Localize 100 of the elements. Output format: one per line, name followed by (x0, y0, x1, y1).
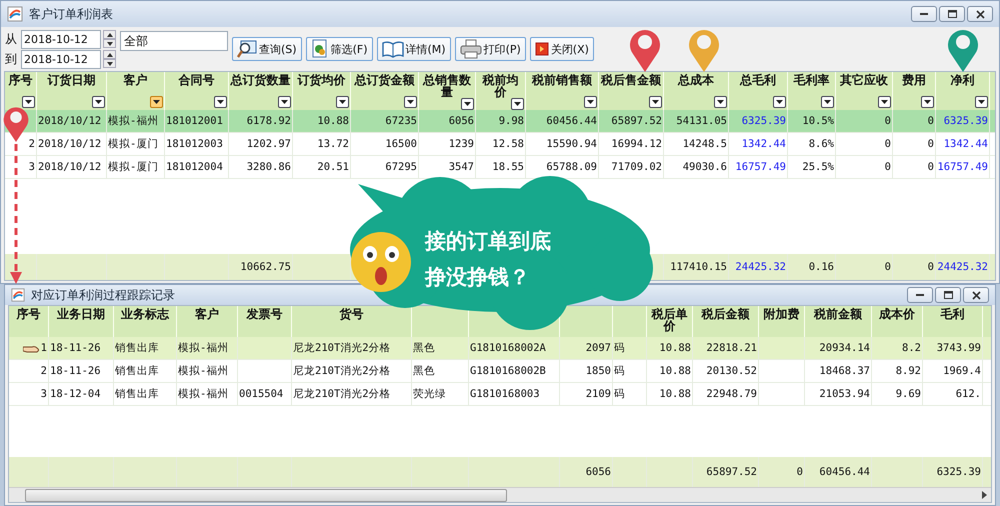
caret-down-icon (652, 100, 659, 104)
table-cell: 18-12-04 (49, 383, 114, 405)
table-cell: 16757.49 (729, 156, 788, 178)
column-header: 订货均价 (298, 74, 346, 86)
table-cell: 模拟-厦门 (107, 133, 165, 155)
toolbar-button[interactable]: 筛选(F) (306, 37, 372, 61)
filter-button[interactable] (975, 96, 988, 108)
minimize-button[interactable] (911, 6, 937, 22)
filter-button[interactable] (511, 98, 524, 110)
spin-up-button[interactable] (103, 30, 116, 39)
filter-button[interactable] (921, 96, 934, 108)
spin-down-button[interactable] (103, 39, 116, 48)
table-cell: 1969.4 (923, 360, 983, 382)
column-header: 合同号 (178, 74, 214, 86)
table-cell: 9.98 (476, 110, 526, 132)
table-cell: 1342.44 (729, 133, 788, 155)
table-cell: 销售出库 (114, 337, 177, 359)
table-cell: 18.55 (476, 156, 526, 178)
caret-down-icon (924, 100, 931, 104)
caret-down-icon (824, 100, 831, 104)
scroll-right-icon[interactable] (982, 491, 987, 499)
column-header: 业务标志 (121, 308, 169, 320)
maximize-icon (948, 10, 956, 18)
column-header: 毛利 (940, 308, 964, 320)
table-cell: 3280.86 (229, 156, 293, 178)
callout-text: 挣没挣钱？ (425, 264, 530, 290)
summary-cell: 0.16 (788, 254, 836, 280)
filter-button[interactable] (878, 96, 891, 108)
toolbar-button[interactable]: 详情(M) (376, 37, 451, 61)
caret-down-icon (153, 100, 160, 104)
table-cell: 码 (613, 383, 647, 405)
table-cell: 10.88 (647, 383, 693, 405)
date-field[interactable]: 2018-10-12 (21, 50, 101, 68)
table-cell: 2 (40, 365, 47, 377)
caret-down-icon (514, 102, 521, 106)
column-header: 其它应收 (840, 74, 888, 86)
table-cell: G1810168002A (469, 337, 560, 359)
table-cell: 25.5% (788, 156, 836, 178)
column-header: 税后金额 (702, 308, 750, 320)
table-cell: 模拟-厦门 (107, 156, 165, 178)
toolbar-button[interactable]: 查询(S) (232, 37, 302, 61)
table-row[interactable]: 2 2018/10/12 模拟-厦门 181012003 1202.97 13.72 16500 1239 12.58 15590.94 16994.12 14248.5 1342.44 8.6% 0 0 1342.44 (5, 133, 995, 156)
caret-down-icon (881, 100, 888, 104)
minimize-button[interactable] (907, 287, 933, 303)
table-cell: 20130.52 (693, 360, 759, 382)
filter-button[interactable] (584, 96, 597, 108)
table-cell: G1810168003 (469, 383, 560, 405)
table-cell: 模拟-福州 (177, 383, 238, 405)
table-cell: 10.88 (293, 110, 351, 132)
filter-button[interactable] (336, 96, 349, 108)
table-cell: 18-11-26 (49, 360, 114, 382)
spin-down-button[interactable] (103, 59, 116, 68)
maximize-button[interactable] (935, 287, 961, 303)
toolbar-button[interactable]: 打印(P) (454, 37, 526, 61)
column-header: 税后单价 (650, 308, 688, 332)
filter-button[interactable] (773, 96, 786, 108)
table-cell: 18-11-26 (49, 337, 114, 359)
table-cell: 20.51 (293, 156, 351, 178)
to-label: 到 (5, 50, 18, 68)
table-row[interactable]: 1 18-11-26 销售出库 模拟-福州 尼龙210T消光2分格 黑色 G1810168002A 2097 码 10.88 22818.21 20934.14 8.2 3743.99 (9, 337, 991, 360)
table-cell: 0 (836, 156, 893, 178)
table-cell: 荧光绿 (412, 383, 469, 405)
filter-button[interactable] (22, 96, 35, 108)
column-header: 税后售金额 (601, 74, 661, 86)
table-row[interactable]: 2 18-11-26 销售出库 模拟-福州 尼龙210T消光2分格 黑色 G1810168002B 1850 码 10.88 20130.52 18468.37 8.92 1969.4 (9, 360, 991, 383)
app-logo-icon (7, 6, 23, 22)
exit-icon (534, 42, 549, 56)
close-icon (976, 10, 984, 18)
filter-button[interactable] (649, 96, 662, 108)
filter-button[interactable] (461, 98, 474, 110)
maximize-button[interactable] (939, 6, 965, 22)
book-icon (382, 39, 404, 59)
table-cell: 尼龙210T消光2分格 (292, 360, 412, 382)
scrollbar-thumb[interactable] (25, 488, 507, 502)
table-cell: 模拟-福州 (177, 337, 238, 359)
table-cell: 1239 (419, 133, 476, 155)
filter-button[interactable] (821, 96, 834, 108)
filter-button[interactable] (714, 96, 727, 108)
filter-button[interactable] (92, 96, 105, 108)
toolbar-button[interactable]: 关闭(X) (530, 37, 594, 61)
table-cell: 黑色 (412, 360, 469, 382)
column-header: 总销售数量 (422, 74, 472, 98)
filter-button[interactable] (278, 96, 291, 108)
close-button[interactable] (963, 287, 989, 303)
summary-cell: 10662.75 (229, 254, 293, 280)
filter-button[interactable] (150, 96, 163, 108)
table-row[interactable]: 3 18-12-04 销售出库 模拟-福州 0015504 尼龙210T消光2分格 荧光绿 G1810168003 2109 码 10.88 22948.79 21053.94 9.69 612. (9, 383, 991, 406)
table-cell: 销售出库 (114, 383, 177, 405)
column-header: 费用 (902, 74, 926, 86)
spin-up-button[interactable] (103, 50, 116, 59)
horizontal-scrollbar[interactable] (9, 487, 991, 502)
table-row[interactable]: 2018/10/12 模拟-福州 181012001 6178.92 10.88 67235 6056 9.98 60456.44 65897.52 54131.05 6325.39 10.5% 0 0 6325.39 (5, 110, 995, 133)
filter-button[interactable] (404, 96, 417, 108)
table-cell: 65897.52 (599, 110, 664, 132)
table-cell: 码 (613, 337, 647, 359)
minimize-icon (916, 294, 924, 296)
customer-field[interactable]: 全部 (120, 31, 228, 51)
close-button[interactable] (967, 6, 993, 22)
date-field[interactable]: 2018-10-12 (21, 30, 101, 48)
filter-button[interactable] (214, 96, 227, 108)
